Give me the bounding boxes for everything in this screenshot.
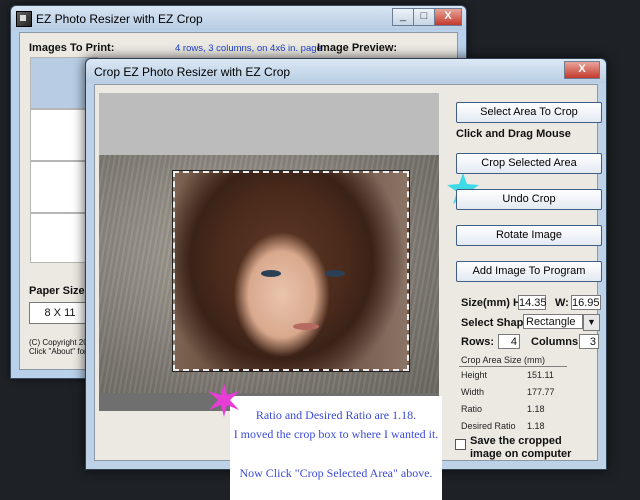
columns-label: Columns: (531, 336, 582, 348)
stat-value-height: 151.11 (527, 370, 554, 380)
stat-label-ratio: Ratio (461, 404, 483, 414)
image-preview-label: Image Preview: (317, 42, 398, 54)
crop-window-client: Ratio and Desired Ratio are 1.18. I move… (94, 84, 602, 500)
crop-area-divider (459, 366, 567, 367)
paper-size-select[interactable]: 8 X 11 (29, 302, 91, 324)
crop-window-titlebar[interactable]: Crop EZ Photo Resizer with EZ Crop X (86, 59, 606, 83)
crop-selection-box[interactable] (172, 170, 410, 372)
copyright-line-1: (C) Copyright 201 (29, 338, 93, 347)
layout-info: 4 rows, 3 columns, on 4x6 in. page (175, 43, 322, 54)
crop-window: Crop EZ Photo Resizer with EZ Crop X Rat… (85, 58, 607, 500)
photo-eye-right (325, 270, 345, 277)
annotation-note: Ratio and Desired Ratio are 1.18. I move… (230, 396, 442, 500)
columns-field[interactable]: 3 (579, 334, 599, 349)
select-area-button[interactable]: Select Area To Crop (456, 102, 602, 123)
paper-size-label: Paper Size: (29, 285, 89, 297)
crop-selected-area-button[interactable]: Crop Selected Area (456, 153, 602, 174)
main-window-titlebar[interactable]: EZ Photo Resizer with EZ Crop _ □ X (11, 6, 466, 30)
chevron-down-icon[interactable]: ▼ (583, 314, 600, 331)
save-checkbox-label-1: Save the cropped (470, 435, 562, 447)
stat-value-desired-ratio: 1.18 (527, 421, 545, 431)
pink-star-icon (208, 383, 240, 417)
size-w-field[interactable]: 16.95 (571, 295, 601, 310)
click-drag-hint: Click and Drag Mouse (456, 128, 571, 140)
crop-area-size-header: Crop Area Size (mm) (461, 355, 546, 365)
photo-eye-left (261, 270, 281, 277)
note-line-2: I moved the crop box to where I wanted i… (233, 427, 439, 441)
close-button[interactable]: X (434, 8, 462, 26)
rows-label: Rows: (461, 336, 494, 348)
minimize-button[interactable]: _ (392, 8, 414, 26)
crop-close-button[interactable]: X (564, 61, 600, 79)
images-to-print-label: Images To Print: (29, 42, 115, 54)
crop-canvas[interactable] (99, 93, 439, 411)
size-h-label: Size(mm) H: (461, 297, 525, 309)
app-icon (16, 11, 32, 27)
stat-value-ratio: 1.18 (527, 404, 545, 414)
size-w-label: W: (555, 297, 569, 309)
add-image-button[interactable]: Add Image To Program (456, 261, 602, 282)
stat-value-width: 177.77 (527, 387, 555, 397)
save-cropped-checkbox[interactable] (455, 439, 466, 450)
stat-label-width: Width (461, 387, 485, 397)
size-h-field[interactable]: 14.35 (518, 295, 547, 310)
maximize-button[interactable]: □ (413, 8, 435, 26)
main-window-title: EZ Photo Resizer with EZ Crop (36, 12, 203, 26)
undo-crop-button[interactable]: Undo Crop (456, 189, 602, 210)
photo-lips (293, 323, 319, 330)
stat-label-desired-ratio: Desired Ratio (461, 421, 516, 431)
rows-field[interactable]: 4 (498, 334, 520, 349)
stat-label-height: Height (461, 370, 488, 380)
note-line-1: Ratio and Desired Ratio are 1.18. (255, 408, 417, 422)
crop-window-title: Crop EZ Photo Resizer with EZ Crop (94, 65, 291, 79)
save-checkbox-label-2: image on computer (470, 448, 572, 460)
rotate-image-button[interactable]: Rotate Image (456, 225, 602, 246)
shape-select[interactable]: Rectangle (523, 314, 583, 329)
note-line-3: Now Click "Crop Selected Area" above. (239, 466, 433, 480)
